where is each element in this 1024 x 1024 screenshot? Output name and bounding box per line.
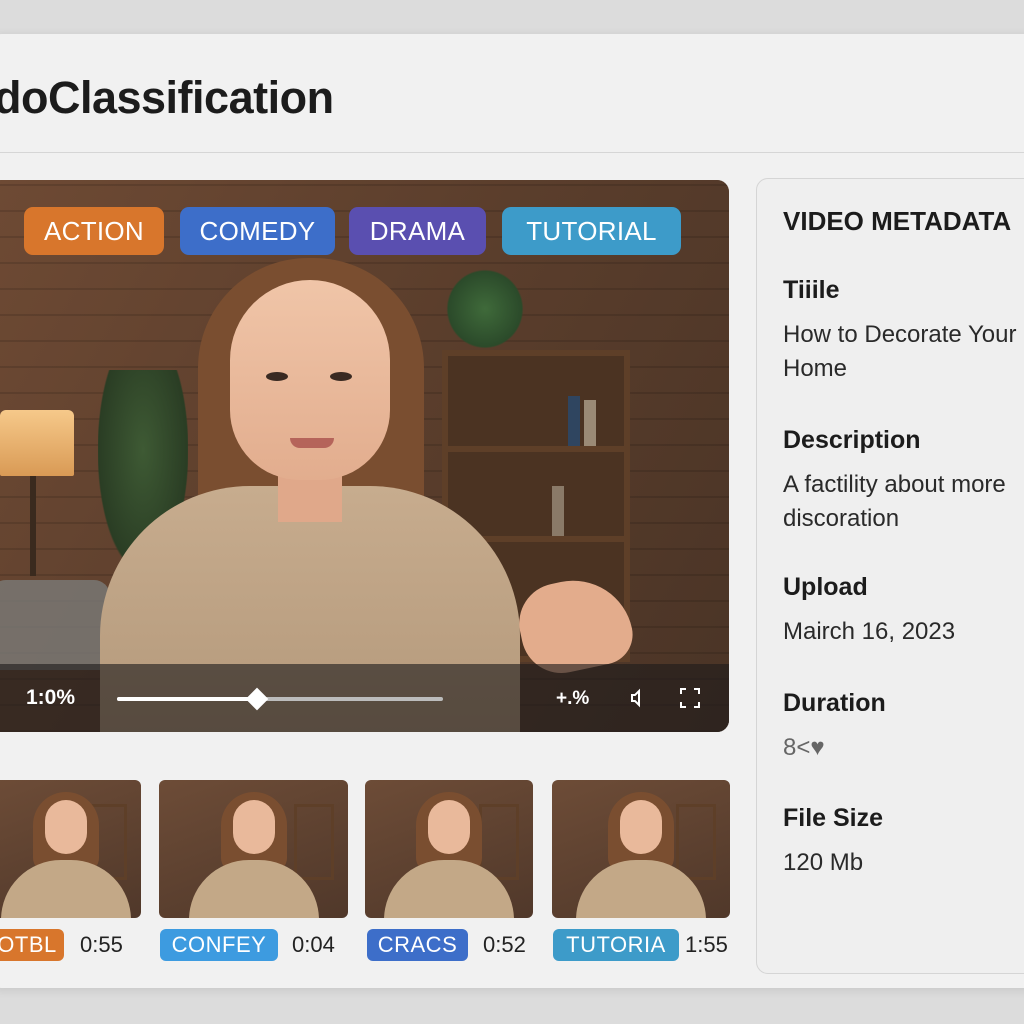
- thumbnail-2[interactable]: [159, 780, 348, 918]
- thumbnail-1-tag[interactable]: OTBL: [0, 929, 64, 961]
- metadata-description-label: Description: [783, 426, 921, 454]
- metadata-duration-value: 8<♥: [783, 734, 825, 761]
- thumbnail-4-tag[interactable]: TUTORIA: [553, 929, 679, 961]
- seek-bar[interactable]: [117, 697, 443, 701]
- lamp-shade: [0, 410, 74, 476]
- playback-time: 1:0%: [26, 686, 76, 709]
- metadata-upload-label: Upload: [783, 573, 868, 601]
- metadata-filesize-label: File Size: [783, 804, 884, 832]
- metadata-upload-value: Mairch 16, 2023: [783, 618, 956, 645]
- video-player[interactable]: [0, 180, 729, 732]
- thumbnail-4-duration: 1:55: [685, 932, 728, 957]
- metadata-duration-label: Duration: [783, 689, 886, 717]
- thumbnail-1[interactable]: [0, 780, 141, 918]
- volume-icon[interactable]: [626, 686, 650, 710]
- seek-progress: [117, 697, 258, 701]
- speed-button[interactable]: +.%: [556, 688, 589, 710]
- metadata-heading: VIDEO METADATA: [783, 206, 1012, 236]
- lamp-pole: [30, 476, 36, 576]
- tag-action[interactable]: ACTION: [24, 207, 164, 255]
- metadata-filesize-value: 120 Mb: [783, 849, 864, 876]
- thumbnail-1-duration: 0:55: [80, 932, 123, 957]
- thumbnail-3-tag[interactable]: CRACS: [367, 929, 468, 961]
- tag-tutorial[interactable]: TUTORIAL: [502, 207, 681, 255]
- thumbnail-3-duration: 0:52: [483, 932, 526, 957]
- presenter: [90, 250, 530, 732]
- metadata-title-value: How to Decorate Your Home: [783, 321, 1017, 382]
- thumbnail-3[interactable]: [365, 780, 533, 918]
- tag-comedy[interactable]: COMEDY: [180, 207, 335, 255]
- metadata-title-label: Tiiile: [783, 276, 840, 304]
- thumbnail-2-tag[interactable]: CONFEY: [160, 929, 278, 961]
- app-title: doClassification: [0, 72, 334, 123]
- tag-drama[interactable]: DRAMA: [349, 207, 486, 255]
- metadata-description-value: A factility about more discoration: [783, 471, 1006, 532]
- app-header: doClassification: [0, 34, 1024, 153]
- fullscreen-icon[interactable]: [678, 686, 702, 710]
- thumbnail-2-duration: 0:04: [292, 932, 335, 957]
- thumbnail-4[interactable]: [552, 780, 730, 918]
